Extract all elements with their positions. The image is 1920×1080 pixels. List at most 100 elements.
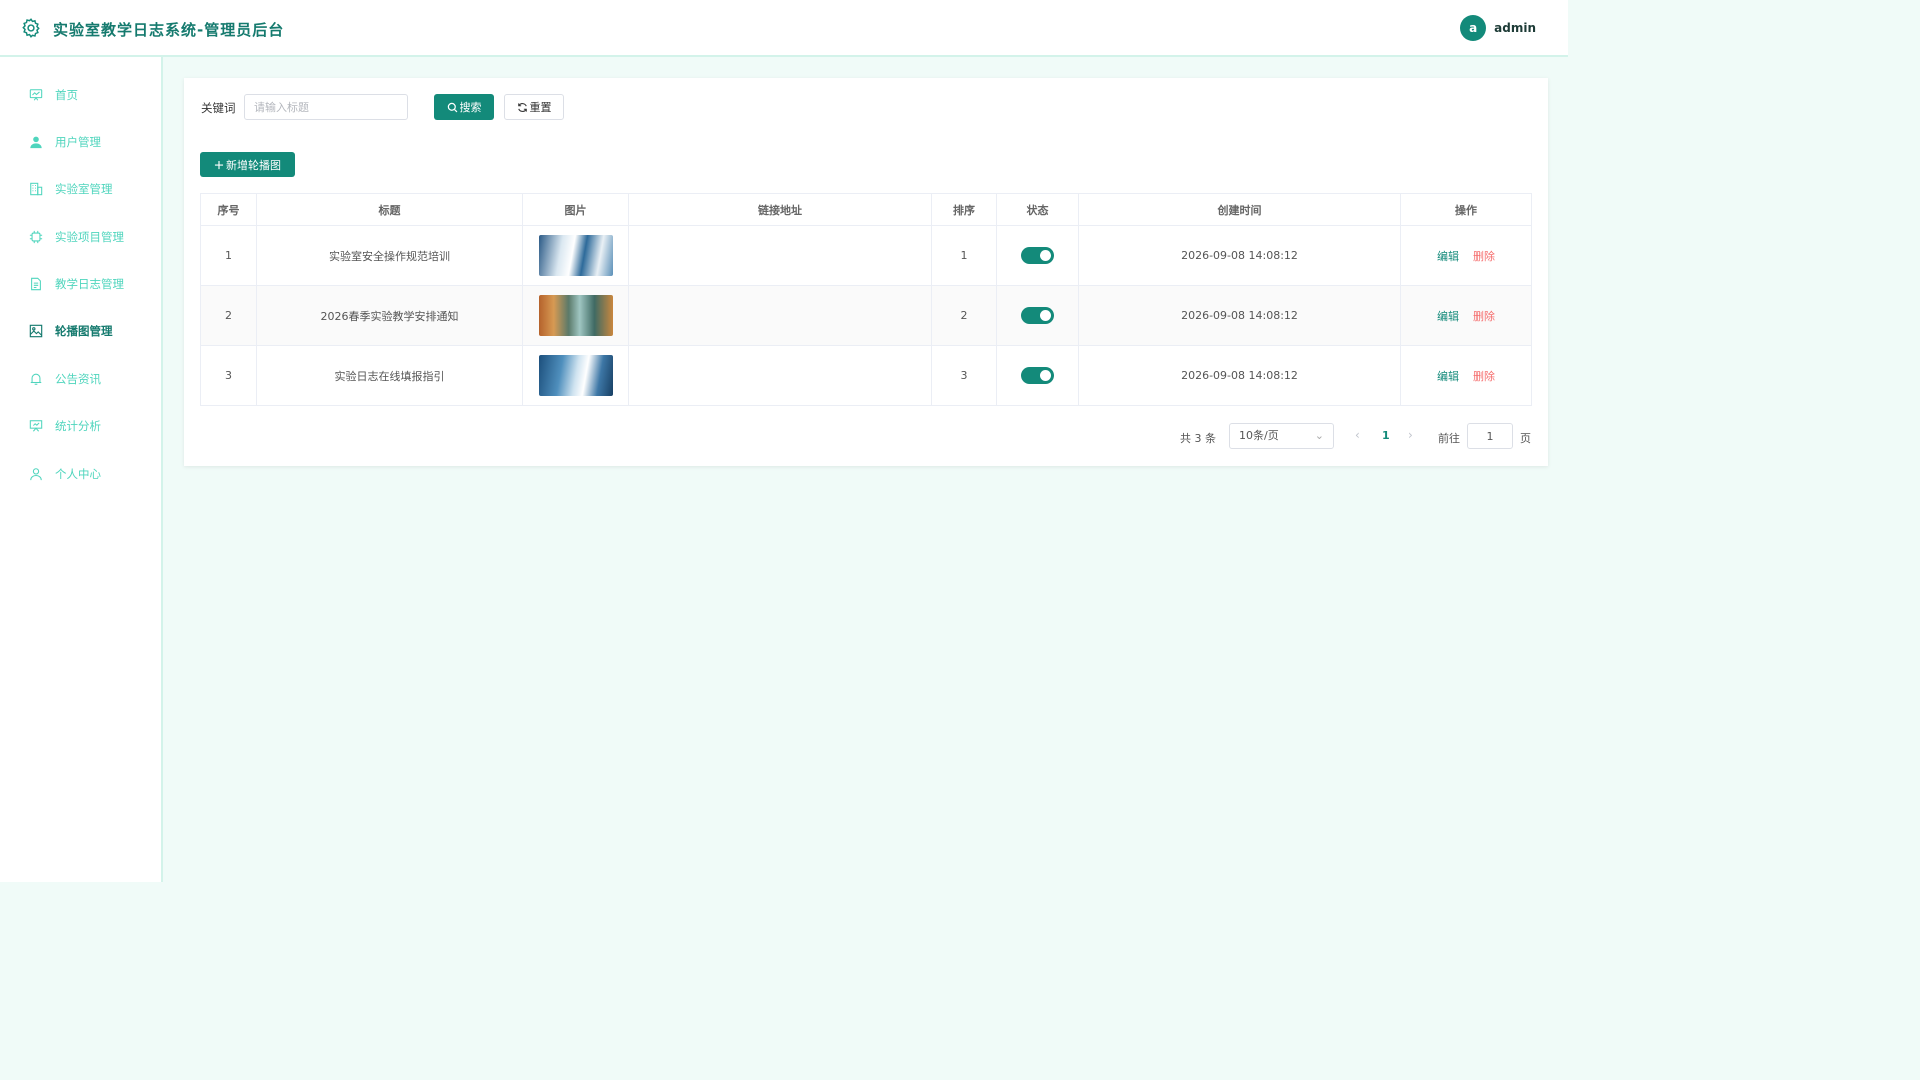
refresh-icon bbox=[517, 102, 527, 112]
row-status-cell bbox=[996, 345, 1079, 406]
row-image-cell bbox=[522, 225, 629, 286]
page-unit-label: 页 bbox=[1520, 432, 1531, 445]
monitor-chart-icon bbox=[28, 88, 43, 103]
sidebar-item-home[interactable]: 首页 bbox=[0, 75, 161, 115]
status-toggle[interactable] bbox=[1021, 247, 1054, 264]
search-button[interactable]: 搜索 bbox=[434, 94, 494, 120]
delete-link[interactable]: 删除 bbox=[1473, 310, 1495, 323]
app-title: 实验室教学日志系统-管理员后台 bbox=[53, 21, 285, 39]
column-header: 排序 bbox=[931, 193, 997, 226]
chevron-down-icon: ⌄ bbox=[1314, 429, 1324, 442]
table-row: 3 实验日志在线填报指引 3 2026-09-08 14:08:12 编辑 删除 bbox=[200, 345, 1532, 406]
search-icon bbox=[447, 102, 457, 112]
row-actions: 编辑 删除 bbox=[1400, 225, 1532, 286]
sidebar-item-label: 轮播图管理 bbox=[55, 324, 113, 338]
carousel-thumbnail[interactable] bbox=[538, 235, 613, 276]
username[interactable]: admin bbox=[1494, 21, 1536, 35]
sidebar-item-label: 教学日志管理 bbox=[55, 277, 124, 291]
row-sort: 3 bbox=[931, 345, 997, 406]
delete-link[interactable]: 删除 bbox=[1473, 370, 1495, 383]
table-header-row: 序号 标题 图片 链接地址 排序 状态 创建时间 操作 bbox=[200, 193, 1532, 226]
goto-page-input[interactable] bbox=[1467, 423, 1513, 449]
edit-link[interactable]: 编辑 bbox=[1437, 310, 1459, 323]
row-status-cell bbox=[996, 225, 1079, 286]
sidebar-item-projects[interactable]: 实验项目管理 bbox=[0, 217, 161, 257]
sidebar-item-label: 用户管理 bbox=[55, 135, 101, 149]
sidebar-item-label: 公告资讯 bbox=[55, 372, 101, 386]
current-page[interactable]: 1 bbox=[1382, 429, 1390, 442]
column-header: 操作 bbox=[1400, 193, 1532, 226]
row-index: 2 bbox=[200, 285, 257, 346]
sidebar-item-label: 统计分析 bbox=[55, 419, 101, 433]
sidebar-item-label: 实验项目管理 bbox=[55, 230, 124, 244]
pagination: 共 3 条 10条/页 ⌄ ‹ 1 › 前往 页 bbox=[184, 423, 1548, 451]
next-page-icon[interactable]: › bbox=[1408, 428, 1413, 442]
presentation-icon bbox=[28, 419, 43, 434]
row-link bbox=[628, 285, 932, 346]
keyword-input[interactable] bbox=[244, 94, 408, 120]
column-header: 序号 bbox=[200, 193, 257, 226]
row-created: 2026-09-08 14:08:12 bbox=[1078, 285, 1401, 346]
row-index: 3 bbox=[200, 345, 257, 406]
edit-link[interactable]: 编辑 bbox=[1437, 370, 1459, 383]
sidebar-item-label: 首页 bbox=[55, 88, 78, 102]
add-carousel-button[interactable]: 新增轮播图 bbox=[200, 152, 295, 177]
image-icon bbox=[28, 324, 43, 339]
reset-button[interactable]: 重置 bbox=[504, 94, 564, 120]
row-title: 实验日志在线填报指引 bbox=[256, 345, 523, 406]
row-sort: 1 bbox=[931, 225, 997, 286]
total-count: 共 3 条 bbox=[1180, 432, 1216, 445]
column-header: 图片 bbox=[522, 193, 629, 226]
column-header: 标题 bbox=[256, 193, 523, 226]
sidebar-item-announcements[interactable]: 公告资讯 bbox=[0, 359, 161, 399]
carousel-table: 序号 标题 图片 链接地址 排序 状态 创建时间 操作 1 实验室安全操作规范培… bbox=[200, 193, 1532, 406]
building-icon bbox=[28, 182, 43, 197]
row-status-cell bbox=[996, 285, 1079, 346]
avatar[interactable]: a bbox=[1460, 15, 1487, 41]
plus-icon bbox=[214, 160, 224, 169]
status-toggle[interactable] bbox=[1021, 367, 1054, 384]
page-size-select[interactable]: 10条/页 ⌄ bbox=[1229, 423, 1334, 449]
top-header: 实验室教学日志系统-管理员后台 a admin bbox=[0, 0, 1568, 57]
gear-icon bbox=[22, 18, 40, 38]
sidebar-item-carousel[interactable]: 轮播图管理 bbox=[0, 311, 161, 351]
carousel-thumbnail[interactable] bbox=[538, 295, 613, 336]
user-menu[interactable]: a admin bbox=[1460, 15, 1536, 41]
prev-page-icon[interactable]: ‹ bbox=[1355, 428, 1360, 442]
sidebar-item-profile[interactable]: 个人中心 bbox=[0, 454, 161, 494]
sidebar-item-users[interactable]: 用户管理 bbox=[0, 122, 161, 162]
sidebar-item-label: 实验室管理 bbox=[55, 182, 113, 196]
delete-link[interactable]: 删除 bbox=[1473, 250, 1495, 263]
bell-icon bbox=[28, 372, 43, 387]
row-link bbox=[628, 225, 932, 286]
row-image-cell bbox=[522, 345, 629, 406]
person-outline-icon bbox=[28, 467, 43, 482]
reset-button-label: 重置 bbox=[529, 101, 552, 114]
search-button-label: 搜索 bbox=[459, 101, 482, 114]
row-title: 2026春季实验教学安排通知 bbox=[256, 285, 523, 346]
edit-link[interactable]: 编辑 bbox=[1437, 250, 1459, 263]
status-toggle[interactable] bbox=[1021, 307, 1054, 324]
row-link bbox=[628, 345, 932, 406]
sidebar: 首页 用户管理 实验室管理 实验项目管理 教学日志管理 轮播图管理 公告资讯 统… bbox=[0, 57, 163, 882]
row-actions: 编辑 删除 bbox=[1400, 285, 1532, 346]
column-header: 链接地址 bbox=[628, 193, 932, 226]
carousel-thumbnail[interactable] bbox=[538, 355, 613, 396]
page-size-value: 10条/页 bbox=[1239, 429, 1279, 442]
row-index: 1 bbox=[200, 225, 257, 286]
sidebar-item-teaching-logs[interactable]: 教学日志管理 bbox=[0, 264, 161, 304]
column-header: 创建时间 bbox=[1078, 193, 1401, 226]
content-card: 关键词 搜索 重置 新增轮播图 序号 标题 图片 链接地址 排序 状态 创建时间… bbox=[184, 78, 1548, 466]
sidebar-item-label: 个人中心 bbox=[55, 467, 101, 481]
user-icon bbox=[28, 135, 43, 150]
column-header: 状态 bbox=[996, 193, 1079, 226]
add-carousel-label: 新增轮播图 bbox=[226, 158, 281, 172]
chip-icon bbox=[28, 230, 43, 245]
row-created: 2026-09-08 14:08:12 bbox=[1078, 225, 1401, 286]
sidebar-item-labs[interactable]: 实验室管理 bbox=[0, 169, 161, 209]
row-created: 2026-09-08 14:08:12 bbox=[1078, 345, 1401, 406]
table-row: 1 实验室安全操作规范培训 1 2026-09-08 14:08:12 编辑 删除 bbox=[200, 225, 1532, 286]
row-image-cell bbox=[522, 285, 629, 346]
keyword-label: 关键词 bbox=[201, 101, 236, 115]
sidebar-item-statistics[interactable]: 统计分析 bbox=[0, 406, 161, 446]
